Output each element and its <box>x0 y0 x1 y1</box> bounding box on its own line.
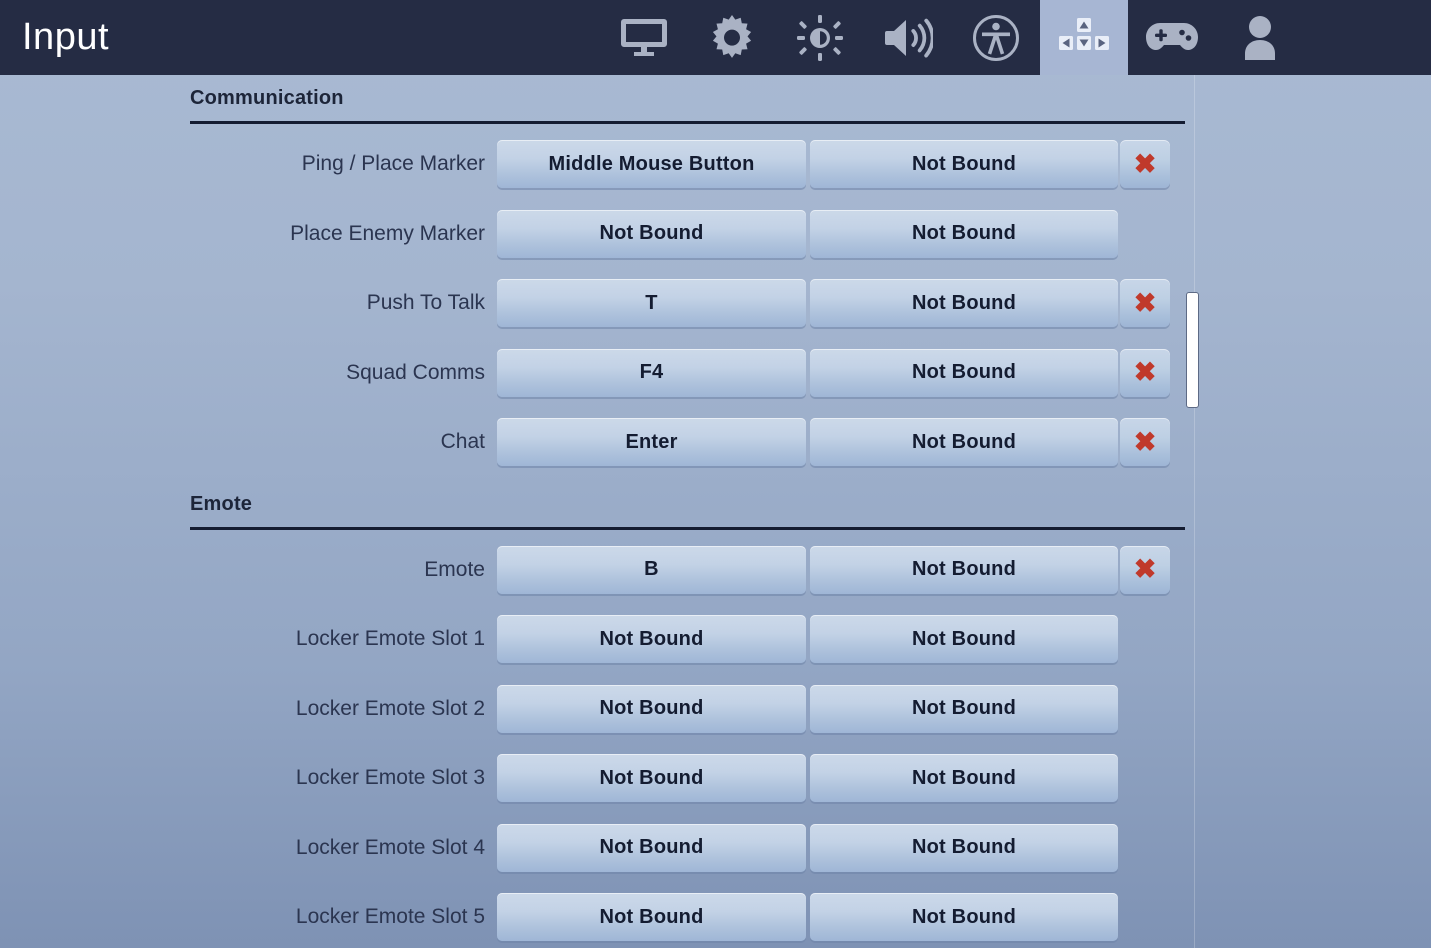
section-title: Communication <box>190 87 344 109</box>
secondary-binding-button[interactable]: Not Bound <box>810 893 1118 941</box>
primary-binding-button[interactable]: Not Bound <box>497 893 806 941</box>
binding-label: Place Enemy Marker <box>290 221 485 245</box>
clear-binding-button[interactable]: ✖ <box>1120 140 1170 188</box>
close-icon: ✖ <box>1133 554 1157 584</box>
primary-binding-button[interactable]: B <box>497 545 806 594</box>
binding-label: Emote <box>424 557 485 581</box>
brightness-icon <box>797 14 843 61</box>
binding-row: Ping / Place Marker Middle Mouse Button No… <box>0 140 1431 188</box>
person-icon <box>1241 15 1279 60</box>
primary-binding-button[interactable]: Middle Mouse Button <box>497 140 806 188</box>
binding-row: Locker Emote Slot 2 Not Bound Not Bound <box>0 684 1431 733</box>
secondary-binding-button[interactable]: Not Bound <box>810 823 1118 872</box>
gamepad-icon <box>1146 21 1198 55</box>
settings-scroll-region: Communication Ping / Place Marker Middle M… <box>0 75 1431 948</box>
secondary-binding-button[interactable]: Not Bound <box>810 209 1118 258</box>
close-icon: ✖ <box>1133 426 1157 457</box>
tab-display[interactable] <box>600 0 688 75</box>
primary-binding-button[interactable]: Not Bound <box>497 754 806 802</box>
secondary-binding-button[interactable]: Not Bound <box>810 615 1118 663</box>
tab-account[interactable] <box>1216 0 1304 75</box>
clear-binding-button[interactable]: ✖ <box>1120 418 1170 466</box>
primary-binding-button[interactable]: F4 <box>497 348 806 397</box>
clear-binding-button[interactable]: ✖ <box>1120 279 1170 327</box>
binding-label: Chat <box>440 430 485 453</box>
primary-binding-button[interactable]: Not Bound <box>497 615 806 663</box>
binding-label: Locker Emote Slot 3 <box>295 766 485 789</box>
binding-label: Squad Comms <box>346 360 485 384</box>
secondary-binding-button[interactable]: Not Bound <box>810 545 1118 594</box>
section-divider <box>190 526 1185 530</box>
tab-game[interactable] <box>688 0 776 75</box>
primary-binding-button[interactable]: T <box>497 279 806 327</box>
section-header: Communication <box>190 87 1185 124</box>
monitor-icon <box>621 17 667 59</box>
secondary-binding-button[interactable]: Not Bound <box>810 140 1118 188</box>
tab-input[interactable] <box>1040 0 1128 75</box>
binding-row: Place Enemy Marker Not Bound Not Bound <box>0 209 1431 258</box>
binding-row: Locker Emote Slot 4 Not Bound Not Bound <box>0 823 1431 872</box>
primary-binding-button[interactable]: Not Bound <box>497 823 806 872</box>
settings-header-bar: Input <box>0 0 1431 75</box>
settings-tab-bar <box>600 0 1304 75</box>
clear-binding-button[interactable]: ✖ <box>1120 348 1170 397</box>
page-title: Input <box>22 16 110 58</box>
binding-row: Squad Comms F4 Not Bound ✖ <box>0 348 1431 397</box>
binding-row: Chat Enter Not Bound ✖ <box>0 418 1431 466</box>
scrollbar-thumb[interactable] <box>1186 292 1199 408</box>
binding-label: Locker Emote Slot 2 <box>295 696 485 720</box>
close-icon: ✖ <box>1133 148 1157 179</box>
section-header: Emote <box>190 493 1185 530</box>
section-divider <box>190 121 1185 124</box>
primary-binding-button[interactable]: Enter <box>497 418 806 466</box>
binding-label: Push To Talk <box>366 291 485 314</box>
secondary-binding-button[interactable]: Not Bound <box>810 348 1118 397</box>
binding-label: Locker Emote Slot 5 <box>295 905 485 928</box>
primary-binding-button[interactable]: Not Bound <box>497 209 806 258</box>
accessibility-icon <box>972 14 1020 62</box>
clear-binding-button[interactable]: ✖ <box>1120 545 1170 594</box>
binding-row: Locker Emote Slot 3 Not Bound Not Bound <box>0 754 1431 802</box>
secondary-binding-button[interactable]: Not Bound <box>810 684 1118 733</box>
binding-row: Locker Emote Slot 1 Not Bound Not Bound <box>0 615 1431 663</box>
dpad-keyboard-icon <box>1056 17 1112 59</box>
gear-icon <box>709 14 755 61</box>
binding-row: Push To Talk T Not Bound ✖ <box>0 279 1431 327</box>
binding-row: Locker Emote Slot 5 Not Bound Not Bound <box>0 893 1431 941</box>
close-icon: ✖ <box>1133 287 1157 318</box>
secondary-binding-button[interactable]: Not Bound <box>810 754 1118 802</box>
speaker-icon <box>883 17 933 59</box>
binding-row: Emote B Not Bound ✖ <box>0 545 1431 594</box>
tab-audio[interactable] <box>864 0 952 75</box>
binding-label: Locker Emote Slot 1 <box>295 627 485 650</box>
section-title: Emote <box>190 492 253 515</box>
binding-label: Ping / Place Marker <box>301 152 485 175</box>
secondary-binding-button[interactable]: Not Bound <box>810 418 1118 466</box>
scrollbar-track[interactable] <box>1194 75 1195 948</box>
binding-label: Locker Emote Slot 4 <box>295 835 485 859</box>
primary-binding-button[interactable]: Not Bound <box>497 684 806 733</box>
secondary-binding-button[interactable]: Not Bound <box>810 279 1118 327</box>
tab-controller[interactable] <box>1128 0 1216 75</box>
close-icon: ✖ <box>1133 357 1157 387</box>
tab-brightness[interactable] <box>776 0 864 75</box>
tab-accessibility[interactable] <box>952 0 1040 75</box>
